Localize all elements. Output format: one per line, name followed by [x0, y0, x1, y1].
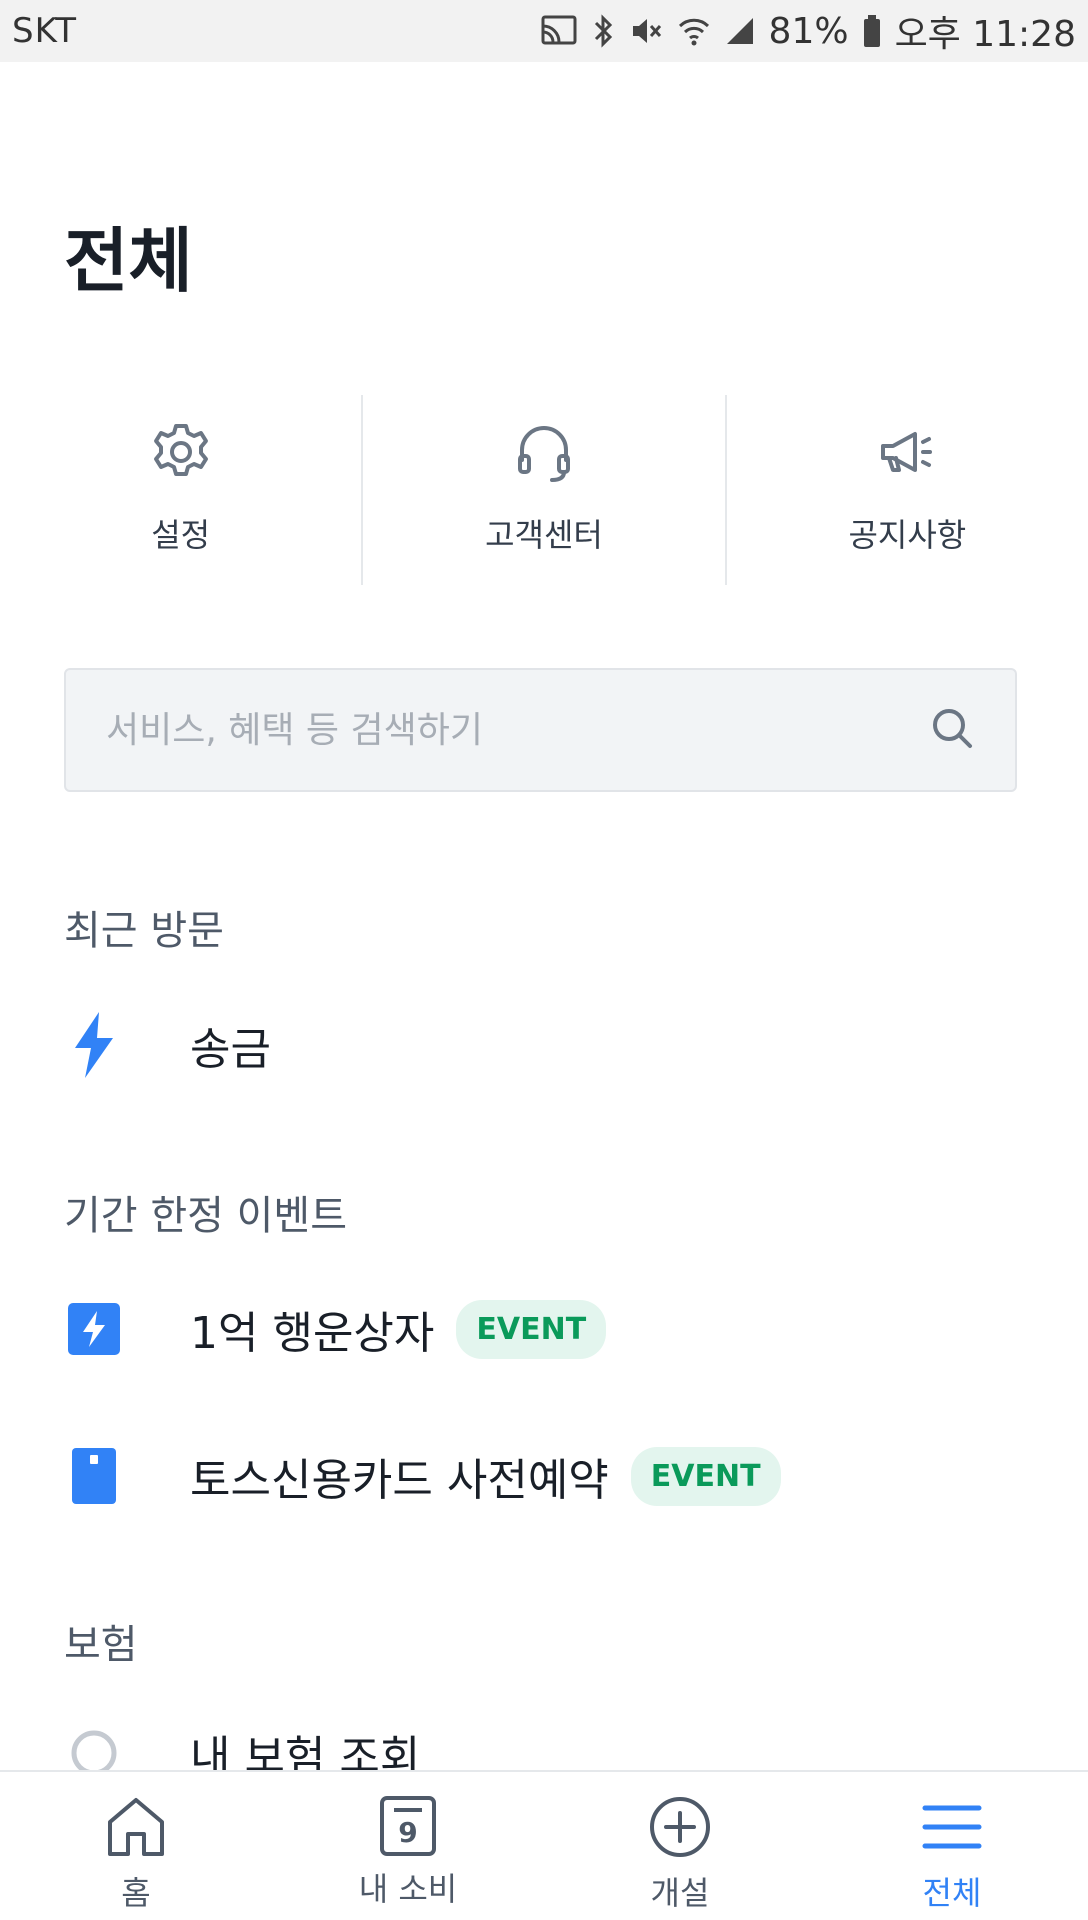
event-badge: EVENT [456, 1299, 607, 1359]
tab-home[interactable]: 홈 [0, 1772, 272, 1920]
card-icon [64, 1448, 124, 1504]
quick-menu: 설정 고객센터 공지사항 [0, 395, 1088, 585]
cast-icon [539, 14, 579, 48]
tab-label: 개설 [650, 1874, 710, 1912]
bottom-tab-bar: 홈 9 내 소비 개설 전체 [0, 1770, 1088, 1920]
lightning-box-icon [64, 1303, 124, 1355]
battery-icon [863, 14, 881, 48]
calendar-icon: 9 [376, 1794, 440, 1860]
battery-level: 81% [768, 10, 849, 52]
quick-item-label: 공지사항 [848, 516, 967, 554]
page-title: 전체 [64, 220, 193, 302]
search-icon[interactable] [929, 705, 975, 755]
megaphone-icon [875, 420, 939, 488]
calendar-day: 9 [398, 1816, 418, 1849]
menu-icon [919, 1794, 985, 1864]
quick-item-label: 설정 [151, 516, 211, 554]
quick-item-label: 고객센터 [485, 516, 603, 554]
section-title-insurance: 보험 [64, 1622, 138, 1668]
quick-item-customer-center[interactable]: 고객센터 [363, 395, 727, 585]
signal-icon [725, 16, 755, 46]
event-badge: EVENT [630, 1446, 781, 1506]
section-title-events: 기간 한정 이벤트 [64, 1193, 348, 1239]
list-item-card-preorder[interactable]: 토스신용카드 사전예약 EVENT [64, 1426, 1024, 1526]
search-box[interactable] [64, 668, 1017, 792]
bluetooth-icon [593, 14, 615, 48]
tab-open-account[interactable]: 개설 [544, 1772, 816, 1920]
lightning-icon [64, 1012, 124, 1078]
wifi-icon [677, 14, 711, 48]
list-item-label: 송금 [190, 1024, 271, 1075]
status-bar: SKT 81% 오후 11:28 [0, 0, 1088, 62]
clock: 오후 11:28 [894, 14, 1076, 55]
search-input[interactable] [106, 709, 929, 751]
tab-label: 전체 [922, 1874, 982, 1912]
plus-circle-icon [647, 1794, 713, 1864]
tab-label: 내 소비 [358, 1870, 458, 1908]
tab-all[interactable]: 전체 [816, 1772, 1088, 1920]
quick-item-settings[interactable]: 설정 [0, 395, 364, 585]
tab-label: 홈 [121, 1874, 151, 1912]
list-item-label: 토스신용카드 사전예약 [190, 1455, 609, 1506]
list-item-label: 1억 행운상자 [190, 1308, 435, 1359]
quick-item-notices[interactable]: 공지사항 [727, 395, 1088, 585]
section-title-recent: 최근 방문 [64, 908, 224, 954]
tab-my-spending[interactable]: 9 내 소비 [272, 1772, 544, 1920]
headset-icon [512, 420, 576, 488]
list-item-lucky-box[interactable]: 1억 행운상자 EVENT [64, 1279, 1024, 1379]
carrier-name: SKT [12, 11, 78, 51]
list-item-transfer[interactable]: 송금 [64, 995, 1024, 1095]
home-icon [104, 1794, 168, 1864]
gear-icon [149, 420, 213, 488]
mute-icon [629, 14, 663, 48]
